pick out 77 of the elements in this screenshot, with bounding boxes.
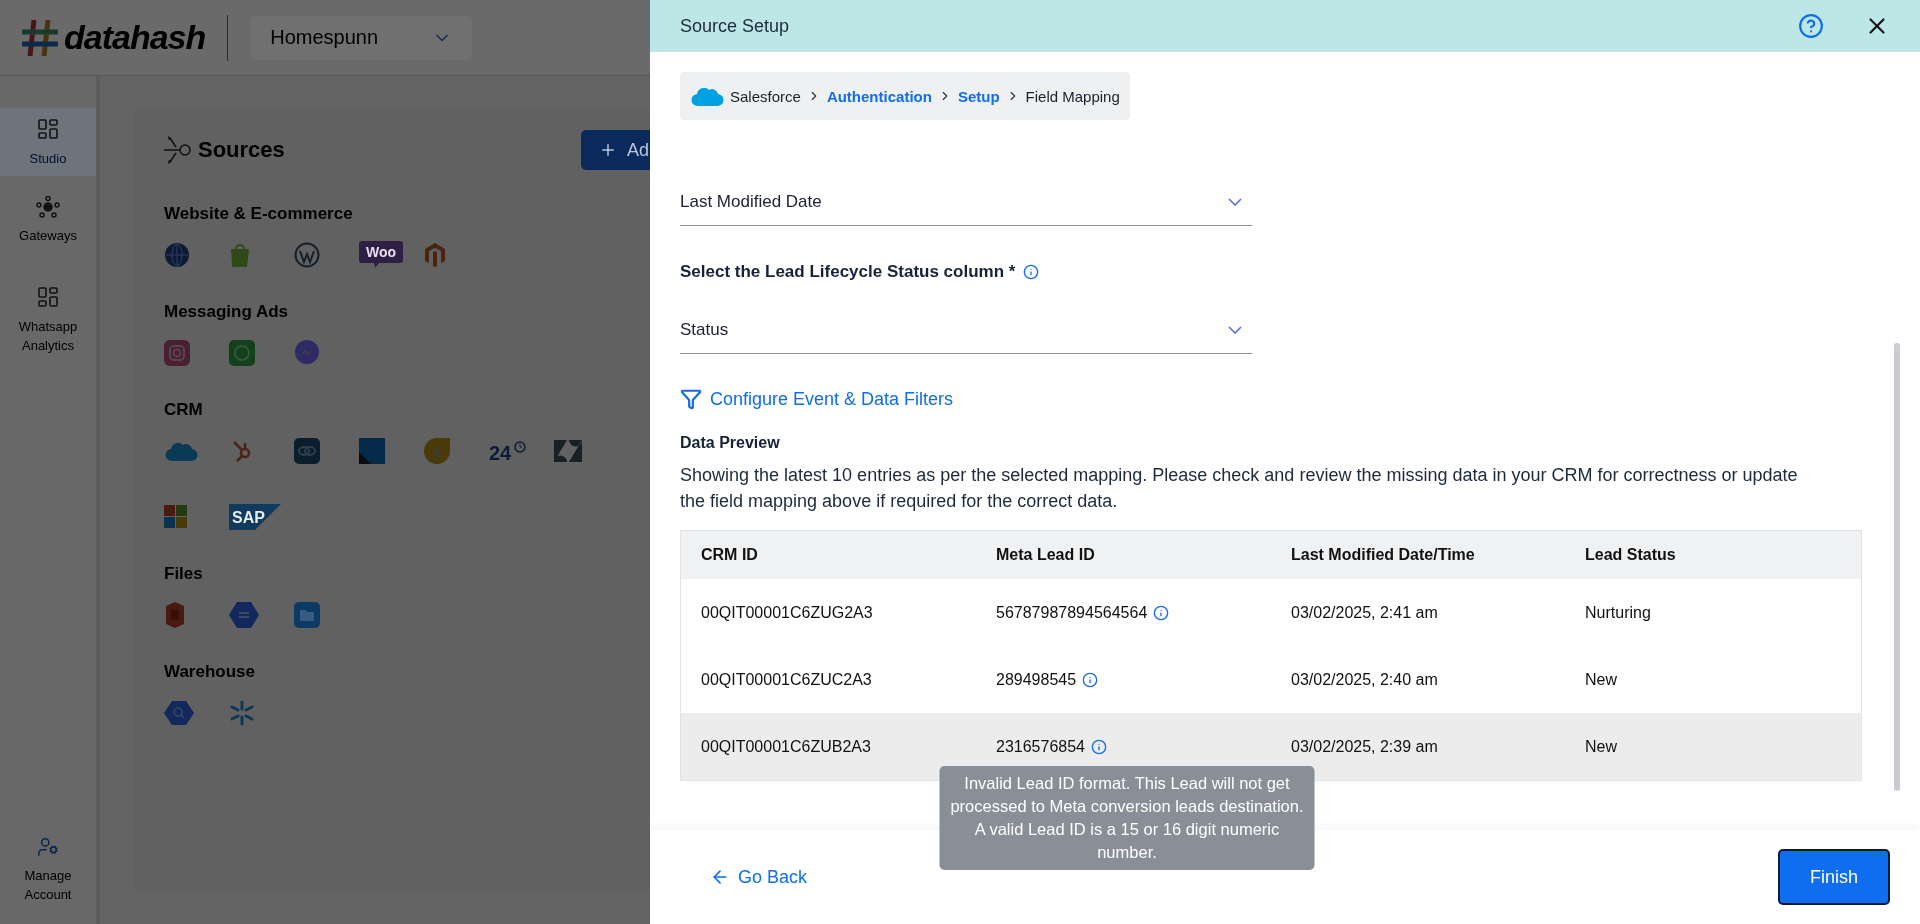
section-title: Data Preview bbox=[680, 434, 781, 452]
column-header: CRM ID bbox=[701, 546, 759, 564]
table-cell: 2316576854 bbox=[996, 737, 1085, 756]
table-cell-text: New bbox=[1585, 670, 1618, 689]
field-label: Select the Lead Lifecycle Status column * bbox=[680, 262, 1016, 282]
table-cell-text: 03/02/2025, 2:40 am bbox=[1291, 670, 1439, 689]
info-icon[interactable] bbox=[1082, 671, 1099, 688]
snowflake-icon[interactable] bbox=[229, 700, 255, 726]
section-title: Warehouse bbox=[164, 662, 255, 682]
page-title: Sources bbox=[198, 137, 285, 163]
column-select[interactable]: Last Modified Date bbox=[680, 178, 1252, 226]
tooltip: Invalid Lead ID format. This Lead will not get processed to Meta conversion leads destination. A valid Lead ID is a 15 or 16 digit numeric number. bbox=[939, 765, 1315, 870]
dashboard-icon bbox=[36, 285, 60, 309]
hexagon-logo-icon[interactable] bbox=[424, 242, 446, 268]
logo-text: datahash bbox=[64, 18, 206, 57]
speech-logo-icon[interactable]: Woo bbox=[359, 241, 403, 269]
nav-item[interactable]: Gateways bbox=[0, 176, 96, 265]
table-cell: 56787987894564564 bbox=[996, 603, 1148, 622]
plus-icon bbox=[599, 141, 617, 159]
nav-item[interactable]: Studio bbox=[0, 108, 96, 176]
column-header: Lead Status bbox=[1585, 546, 1677, 564]
filter-icon bbox=[680, 388, 702, 410]
sap-logo-icon[interactable]: SAP bbox=[229, 504, 281, 530]
section-title: CRM bbox=[164, 400, 203, 420]
info-icon[interactable] bbox=[1091, 738, 1107, 755]
dashboard-icon bbox=[36, 116, 60, 141]
globe-icon[interactable] bbox=[164, 242, 190, 268]
section-title: Website & E-commerce bbox=[164, 204, 353, 224]
square-logo-icon[interactable] bbox=[359, 438, 385, 464]
table-cell-text: 03/02/2025, 2:39 am bbox=[1291, 737, 1439, 756]
messenger-bubble-icon[interactable] bbox=[294, 340, 320, 366]
go-back-link[interactable]: Go Back bbox=[710, 866, 808, 888]
drawer-title: Source Setup bbox=[680, 15, 791, 37]
breadcrumb-text: Salesforce bbox=[730, 87, 801, 105]
column-header: Meta Lead ID bbox=[996, 546, 1096, 564]
hexagon-file-icon[interactable] bbox=[229, 602, 259, 628]
breadcrumb-link[interactable]: Authentication bbox=[826, 87, 932, 105]
finish-button[interactable]: Finish bbox=[1778, 849, 1890, 905]
info-icon[interactable] bbox=[1153, 604, 1170, 621]
user-gear-icon bbox=[37, 836, 59, 858]
chevron-down-icon bbox=[1228, 197, 1242, 206]
shopping-bag-icon[interactable] bbox=[229, 242, 251, 268]
table-cell-text: 00QIT00001C6ZUG2A3 bbox=[701, 603, 874, 622]
help-button[interactable] bbox=[1798, 13, 1824, 39]
table-cell: 289498545 bbox=[996, 670, 1077, 689]
bucket-logo-icon[interactable] bbox=[164, 602, 186, 628]
table-cell-text: 00QIT00001C6ZUB2A3 bbox=[701, 737, 872, 756]
hash-logo-icon bbox=[20, 17, 60, 58]
manage-account-item[interactable]: Manage Account bbox=[0, 816, 96, 924]
column-select[interactable]: Status bbox=[680, 306, 1252, 354]
section-title: Files bbox=[164, 564, 203, 584]
hexagon-search-icon[interactable] bbox=[164, 701, 194, 725]
table-cell-text: 00QIT00001C6ZUC2A3 bbox=[701, 670, 873, 689]
column-header: Last Modified Date/Time bbox=[1291, 546, 1476, 564]
camera-logo-icon[interactable] bbox=[164, 340, 190, 366]
description-text: Showing the latest 10 entries as per the selected mapping. Please check and review the missing data in your CRM for correctness or update the field mapping above if required for the correct data. bbox=[680, 464, 1799, 513]
merge-arrows-icon bbox=[164, 135, 192, 165]
table-cell-text: Nurturing bbox=[1585, 603, 1652, 622]
configure-filters-link[interactable]: Configure Event & Data Filters bbox=[680, 388, 1864, 410]
four-tiles-icon[interactable] bbox=[164, 505, 188, 529]
network-icon bbox=[36, 196, 60, 218]
workspace-select[interactable]: Homespunn bbox=[250, 15, 473, 60]
section-title: Messaging Ads bbox=[164, 302, 289, 322]
folder-icon[interactable] bbox=[294, 602, 320, 628]
info-icon[interactable] bbox=[1023, 264, 1040, 280]
scrollbar-thumb[interactable] bbox=[1894, 343, 1900, 791]
chevron-down-icon bbox=[1228, 325, 1242, 334]
breadcrumb-text: Field Mapping bbox=[1025, 87, 1120, 105]
w-circle-logo-icon[interactable] bbox=[294, 242, 320, 268]
linked-rings-icon[interactable] bbox=[294, 438, 320, 464]
table-cell-text: New bbox=[1585, 737, 1618, 756]
drop-logo-icon[interactable] bbox=[424, 438, 450, 464]
nav-item[interactable]: Whatsapp Analytics bbox=[0, 265, 96, 375]
table-cell-text: 03/02/2025, 2:41 am bbox=[1291, 603, 1439, 622]
breadcrumb-link[interactable]: Setup bbox=[957, 87, 1000, 105]
z-logo-icon[interactable] bbox=[554, 440, 582, 462]
chat-bubble-icon[interactable] bbox=[229, 340, 255, 366]
